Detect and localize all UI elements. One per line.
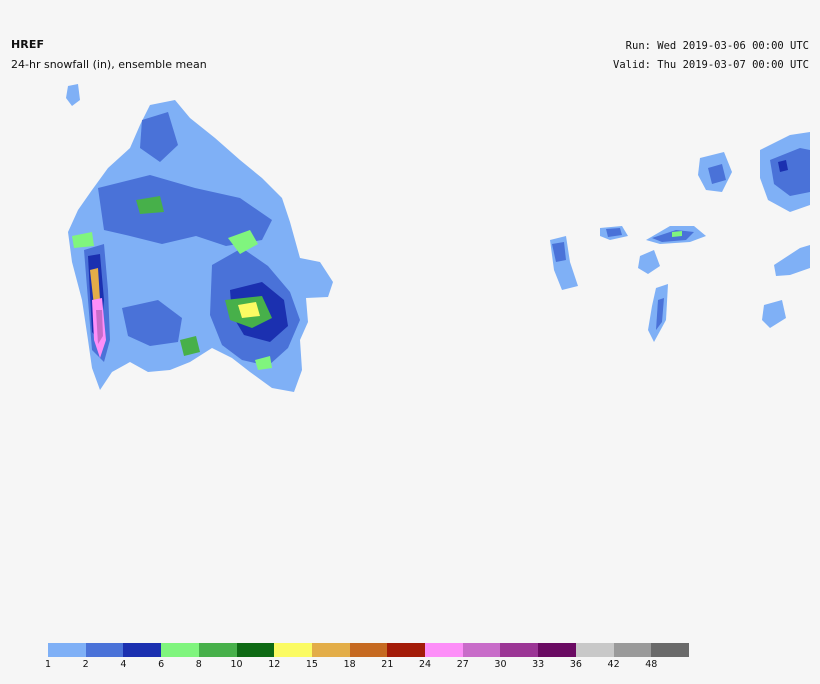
west-light-north: [66, 84, 80, 106]
colorbar-tick-label: 24: [419, 659, 432, 670]
snowfall-map: [66, 84, 810, 392]
colorbar-tick-label: 10: [230, 659, 243, 670]
colorbar-swatch: [575, 643, 614, 657]
colorbar-tick-label: 42: [607, 659, 620, 670]
colorbar-swatch: [311, 643, 350, 657]
east-light-2: [774, 245, 810, 276]
colorbar-tick-label: 15: [305, 659, 318, 670]
colorbar-swatch: [387, 643, 426, 657]
colorbar-tick-label: 21: [381, 659, 394, 670]
colorbar-tick-label: 4: [120, 659, 127, 670]
east-light-9: [638, 250, 660, 274]
western-snow-region: [66, 84, 333, 392]
colorbar-tick-label: 36: [569, 659, 582, 670]
colorbar-tick-label: 18: [343, 659, 356, 670]
colorbar-swatch: [500, 643, 539, 657]
colorbar-swatch: [349, 643, 388, 657]
colorbar-swatch: [651, 643, 689, 657]
colorbar-swatch: [538, 643, 576, 657]
colorbar-swatch: [274, 643, 312, 657]
east-light-3: [762, 300, 786, 328]
colorbar-ticks: 1 2 4 6 8 10 12 15 18 21 24 27 30 33 36 42 48: [44, 659, 689, 673]
colorbar-swatch: [85, 643, 124, 657]
eastern-snow-region: [550, 132, 810, 342]
colorbar-swatch: [425, 643, 463, 657]
colorbar-tick-label: 12: [268, 659, 281, 670]
colorbar-swatch: [613, 643, 652, 657]
east-green-1: [672, 231, 682, 237]
colorbar-tick-label: 6: [158, 659, 165, 670]
colorbar-swatch: [198, 643, 237, 657]
colorbar-swatch: [161, 643, 199, 657]
colorbar: [48, 643, 689, 657]
colorbar-tick-label: 48: [645, 659, 658, 670]
colorbar-tick-label: 33: [532, 659, 545, 670]
colorbar-tick-label: 1: [44, 659, 52, 670]
colorbar-tick-label: 27: [456, 659, 469, 670]
colorbar-tick-label: 30: [494, 659, 507, 670]
colorbar-swatch: [236, 643, 275, 657]
colorbar-tick-label: 2: [82, 659, 89, 670]
colorbar-swatch: [48, 643, 86, 657]
colorbar-swatch: [462, 643, 501, 657]
colorbar-swatch: [123, 643, 162, 657]
colorbar-tick-label: 8: [195, 659, 202, 670]
